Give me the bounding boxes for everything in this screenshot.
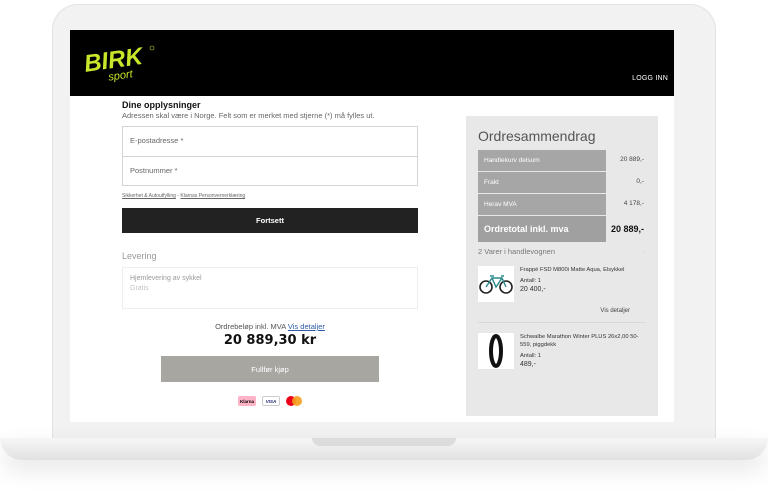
- summary-table: Handlekurv delsum 20 889,- Frakt 0,- Her…: [478, 150, 646, 243]
- summary-row: Herav MVA 4 178,-: [478, 194, 646, 216]
- email-field[interactable]: [130, 136, 410, 145]
- cart-item: Schwalbe Marathon Winter PLUS 26x2,00 50…: [478, 333, 646, 369]
- email-field-wrapper: [123, 127, 417, 156]
- bicycle-icon: [478, 266, 514, 302]
- view-details-link[interactable]: Vis detaljer: [288, 322, 325, 331]
- item-divider: [478, 322, 646, 323]
- summary-row-label: Frakt: [478, 172, 606, 194]
- summary-row-value: 20 889,-: [620, 156, 644, 163]
- complete-purchase-button[interactable]: Fullfør kjøp: [161, 356, 379, 382]
- cart-item-qty: Antall: 1: [520, 353, 541, 359]
- cart-item-info: Frappé FSD M800i Matte Aqua, Elsykkel An…: [520, 266, 624, 302]
- browser-screen: BIRK sport LOGG INN Dine opplysninger Ad…: [70, 30, 674, 422]
- cart-item-price: 20 400,-: [520, 286, 546, 293]
- summary-row-value: 0,-: [636, 178, 644, 185]
- tire-icon: [478, 333, 514, 369]
- delivery-price: Gratis: [130, 285, 149, 292]
- delivery-option[interactable]: Hjemlevering av sykkel Gratis: [122, 267, 418, 309]
- summary-total-row: Ordretotal inkl. mva 20 889,-: [478, 216, 646, 243]
- cart-item: Frappé FSD M800i Matte Aqua, Elsykkel An…: [478, 266, 646, 302]
- order-summary: Ordresammendrag Handlekurv delsum 20 889…: [466, 116, 658, 416]
- postal-code-field[interactable]: [130, 166, 410, 175]
- stage: BIRK sport LOGG INN Dine opplysninger Ad…: [0, 0, 768, 497]
- legal-links: Sikkerhet & Autoutfylling - Klarnas Pers…: [122, 193, 418, 199]
- security-autofill-link[interactable]: Sikkerhet & Autoutfylling: [122, 193, 176, 199]
- payment-logos: Klarna VISA: [122, 396, 418, 406]
- summary-row-label: Handlekurv delsum: [478, 150, 606, 172]
- visa-logo: VISA: [262, 396, 280, 406]
- summary-total-label: Ordretotal inkl. mva: [478, 216, 606, 243]
- summary-row-value: 4 178,-: [623, 200, 644, 207]
- cart-item-price: 489,-: [520, 361, 536, 368]
- laptop-notch: [312, 438, 456, 446]
- delivery-method: Hjemlevering av sykkel: [130, 275, 202, 282]
- contact-fields: [122, 126, 418, 186]
- delivery-title: Levering: [122, 251, 157, 261]
- cart-count: 2 Varer i handlevognen ·: [478, 247, 646, 256]
- collapse-icon[interactable]: ·: [644, 247, 647, 256]
- order-total-label: Ordrebeløp inkl. MVA: [215, 322, 286, 331]
- summary-row: Frakt 0,-: [478, 172, 646, 194]
- cart-item-info: Schwalbe Marathon Winter PLUS 26x2,00 50…: [520, 333, 646, 369]
- info-subtitle: Adressen skal være i Norge. Felt som er …: [122, 111, 375, 120]
- summary-row-label: Herav MVA: [478, 194, 606, 216]
- postal-field-wrapper: [123, 156, 417, 185]
- cart-item-name: Schwalbe Marathon Winter PLUS 26x2,00 50…: [520, 334, 639, 348]
- continue-button[interactable]: Fortsett: [122, 208, 418, 233]
- cart-item-qty: Antall: 1: [520, 278, 541, 284]
- summary-total-value: 20 889,-: [610, 224, 644, 234]
- summary-row: Handlekurv delsum 20 889,-: [478, 150, 646, 172]
- checkout-form: Dine opplysninger Adressen skal være i N…: [122, 100, 418, 406]
- item-details-link[interactable]: Vis detaljer: [478, 308, 630, 314]
- cart-item-name: Frappé FSD M800i Matte Aqua, Elsykkel: [520, 267, 625, 273]
- order-total-amount: 20 889,30 kr: [223, 333, 317, 348]
- cart-count-label: 2 Varer i handlevognen: [478, 247, 555, 256]
- order-total-line: Ordrebeløp inkl. MVA Vis detaljer: [122, 322, 418, 331]
- klarna-logo: Klarna: [238, 396, 256, 406]
- birk-sport-logo[interactable]: BIRK sport: [82, 40, 162, 84]
- mastercard-logo: [286, 396, 302, 406]
- svg-text:sport: sport: [108, 68, 135, 83]
- site-header: BIRK sport LOGG INN: [70, 30, 674, 96]
- summary-title: Ordresammendrag: [478, 128, 596, 144]
- info-title: Dine opplysninger: [122, 100, 201, 110]
- login-link[interactable]: LOGG INN: [632, 75, 668, 82]
- klarna-privacy-link[interactable]: Klarnas Personvernerklæring: [180, 193, 245, 199]
